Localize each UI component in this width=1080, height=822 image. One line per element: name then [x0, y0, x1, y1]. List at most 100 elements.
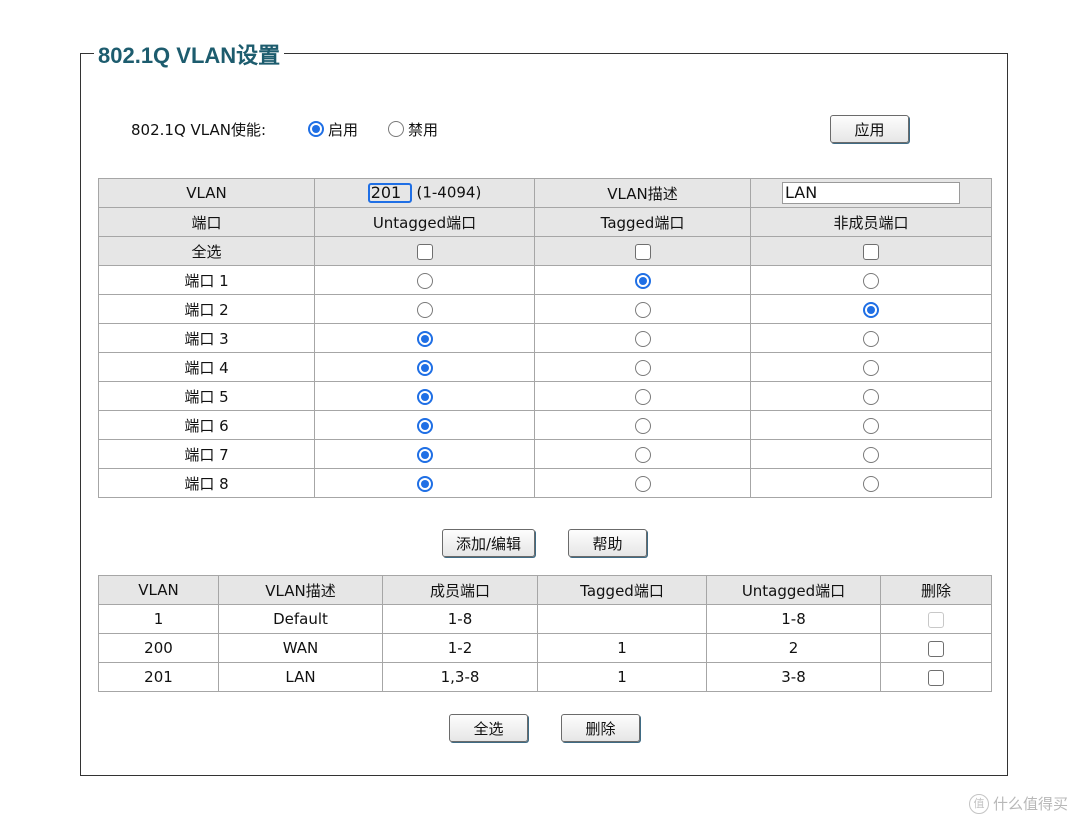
- select-all-untagged-checkbox[interactable]: [416, 243, 433, 260]
- port-tagged-radio[interactable]: [634, 417, 651, 434]
- list-header-desc: VLAN描述: [218, 575, 383, 605]
- port-nonmember-radio[interactable]: [863, 417, 879, 434]
- port-label: 端口 7: [98, 439, 315, 469]
- vlan-list-untagged: 1-8: [706, 604, 881, 634]
- vlan-list-untagged: 3-8: [706, 662, 881, 692]
- port-untagged-radio[interactable]: [416, 301, 433, 318]
- vlan-list-members: 1-8: [382, 604, 538, 634]
- disable-radio[interactable]: [388, 121, 405, 137]
- port-untagged-radio[interactable]: [416, 359, 433, 376]
- col-header-untagged: Untagged端口: [314, 207, 535, 237]
- port-untagged-radio[interactable]: [416, 446, 433, 463]
- port-nonmember-radio[interactable]: [863, 475, 879, 492]
- port-label: 端口 4: [98, 352, 315, 382]
- watermark: 值 什么值得买: [968, 793, 1068, 814]
- port-tagged-radio[interactable]: [634, 475, 651, 492]
- delete-row-checkbox[interactable]: [928, 640, 944, 657]
- delete-button[interactable]: 删除: [561, 714, 640, 742]
- list-header-untagged: Untagged端口: [706, 575, 881, 605]
- help-button[interactable]: 帮助: [568, 529, 647, 557]
- port-label: 端口 1: [98, 265, 315, 295]
- port-tagged-radio[interactable]: [634, 272, 651, 289]
- enable-radio-label: 启用: [328, 120, 359, 139]
- port-nonmember-radio[interactable]: [863, 272, 879, 289]
- watermark-logo-icon: 值: [968, 793, 989, 814]
- select-all-tagged-checkbox[interactable]: [634, 243, 651, 260]
- port-row: 端口 1: [98, 265, 992, 295]
- port-untagged-radio[interactable]: [416, 417, 433, 434]
- vlan-list-row: 1 Default 1-8 1-8: [98, 604, 992, 634]
- vlan-list-vlan: 200: [98, 633, 219, 663]
- port-tagged-radio[interactable]: [634, 388, 651, 405]
- enable-radio-option[interactable]: 启用: [308, 119, 358, 140]
- port-nonmember-radio[interactable]: [863, 301, 879, 318]
- vlan-list-tagged: 1: [537, 662, 707, 692]
- vlan-desc-label: VLAN描述: [534, 178, 751, 208]
- port-untagged-radio[interactable]: [416, 388, 433, 405]
- col-header-tagged: Tagged端口: [534, 207, 751, 237]
- col-header-port: 端口: [98, 207, 315, 237]
- port-label: 端口 5: [98, 381, 315, 411]
- port-label: 端口 6: [98, 410, 315, 440]
- vlan-id-range: (1-4094): [416, 183, 482, 202]
- disable-radio-option[interactable]: 禁用: [388, 119, 438, 140]
- vlan-desc-input[interactable]: LAN: [782, 182, 960, 204]
- section-title: 802.1Q VLAN设置: [94, 38, 285, 70]
- port-untagged-radio[interactable]: [416, 272, 433, 289]
- vlan-list-row: 201 LAN 1,3-8 1 3-8: [98, 662, 992, 692]
- port-untagged-radio[interactable]: [416, 330, 433, 347]
- port-nonmember-radio[interactable]: [863, 388, 879, 405]
- port-row: 端口 2: [98, 294, 992, 324]
- port-row: 端口 6: [98, 410, 992, 440]
- vlan-list-vlan: 1: [98, 604, 219, 634]
- port-row: 端口 5: [98, 381, 992, 411]
- vlan-id-label: VLAN: [98, 178, 315, 208]
- port-tagged-radio[interactable]: [634, 359, 651, 376]
- vlan-id-cell: 201 (1-4094): [314, 178, 535, 208]
- vlan-list-members: 1-2: [382, 633, 538, 663]
- list-header-tagged: Tagged端口: [537, 575, 707, 605]
- vlan-list-tagged: [537, 604, 707, 634]
- vlan-list-members: 1,3-8: [382, 662, 538, 692]
- vlan-list-desc: Default: [218, 604, 383, 634]
- select-all-nonmember-checkbox[interactable]: [863, 243, 879, 260]
- port-label: 端口 3: [98, 323, 315, 353]
- list-header-members: 成员端口: [382, 575, 538, 605]
- add-edit-button[interactable]: 添加/编辑: [442, 529, 535, 557]
- vlan-list-row: 200 WAN 1-2 1 2: [98, 633, 992, 663]
- delete-row-checkbox[interactable]: [928, 669, 944, 686]
- port-row: 端口 7: [98, 439, 992, 469]
- port-nonmember-radio[interactable]: [863, 330, 879, 347]
- port-label: 端口 2: [98, 294, 315, 324]
- select-all-label: 全选: [98, 236, 315, 266]
- enable-radio[interactable]: [308, 121, 325, 137]
- vlan-config-table: VLAN 201 (1-4094) VLAN描述 LAN 端口 Untagged…: [98, 178, 992, 498]
- vlan-enable-row: 802.1Q VLAN使能: 启用 禁用: [131, 118, 438, 140]
- port-row: 端口 3: [98, 323, 992, 353]
- port-nonmember-radio[interactable]: [863, 446, 879, 463]
- port-tagged-radio[interactable]: [634, 330, 651, 347]
- vlan-list-vlan: 201: [98, 662, 219, 692]
- select-all-button[interactable]: 全选: [449, 714, 528, 742]
- watermark-text: 什么值得买: [992, 795, 1068, 813]
- vlan-enable-label: 802.1Q VLAN使能:: [131, 120, 267, 139]
- port-nonmember-radio[interactable]: [863, 359, 879, 376]
- port-untagged-radio[interactable]: [416, 475, 433, 492]
- port-row: 端口 4: [98, 352, 992, 382]
- apply-button[interactable]: 应用: [830, 115, 909, 143]
- vlan-list-desc: LAN: [218, 662, 383, 692]
- list-header-row: VLAN VLAN描述 成员端口 Tagged端口 Untagged端口 删除: [98, 575, 992, 605]
- vlan-id-input[interactable]: 201: [367, 183, 412, 203]
- port-tagged-radio[interactable]: [634, 301, 651, 318]
- vlan-list-table: VLAN VLAN描述 成员端口 Tagged端口 Untagged端口 删除 …: [98, 575, 992, 692]
- vlan-list-tagged: 1: [537, 633, 707, 663]
- list-header-delete: 删除: [880, 575, 992, 605]
- port-label: 端口 8: [98, 468, 315, 498]
- delete-row-checkbox: [928, 611, 944, 628]
- port-row: 端口 8: [98, 468, 992, 498]
- vlan-desc-cell: LAN: [750, 178, 992, 208]
- port-tagged-radio[interactable]: [634, 446, 651, 463]
- col-header-nonmember: 非成员端口: [750, 207, 992, 237]
- vlan-list-untagged: 2: [706, 633, 881, 663]
- list-header-vlan: VLAN: [98, 575, 219, 605]
